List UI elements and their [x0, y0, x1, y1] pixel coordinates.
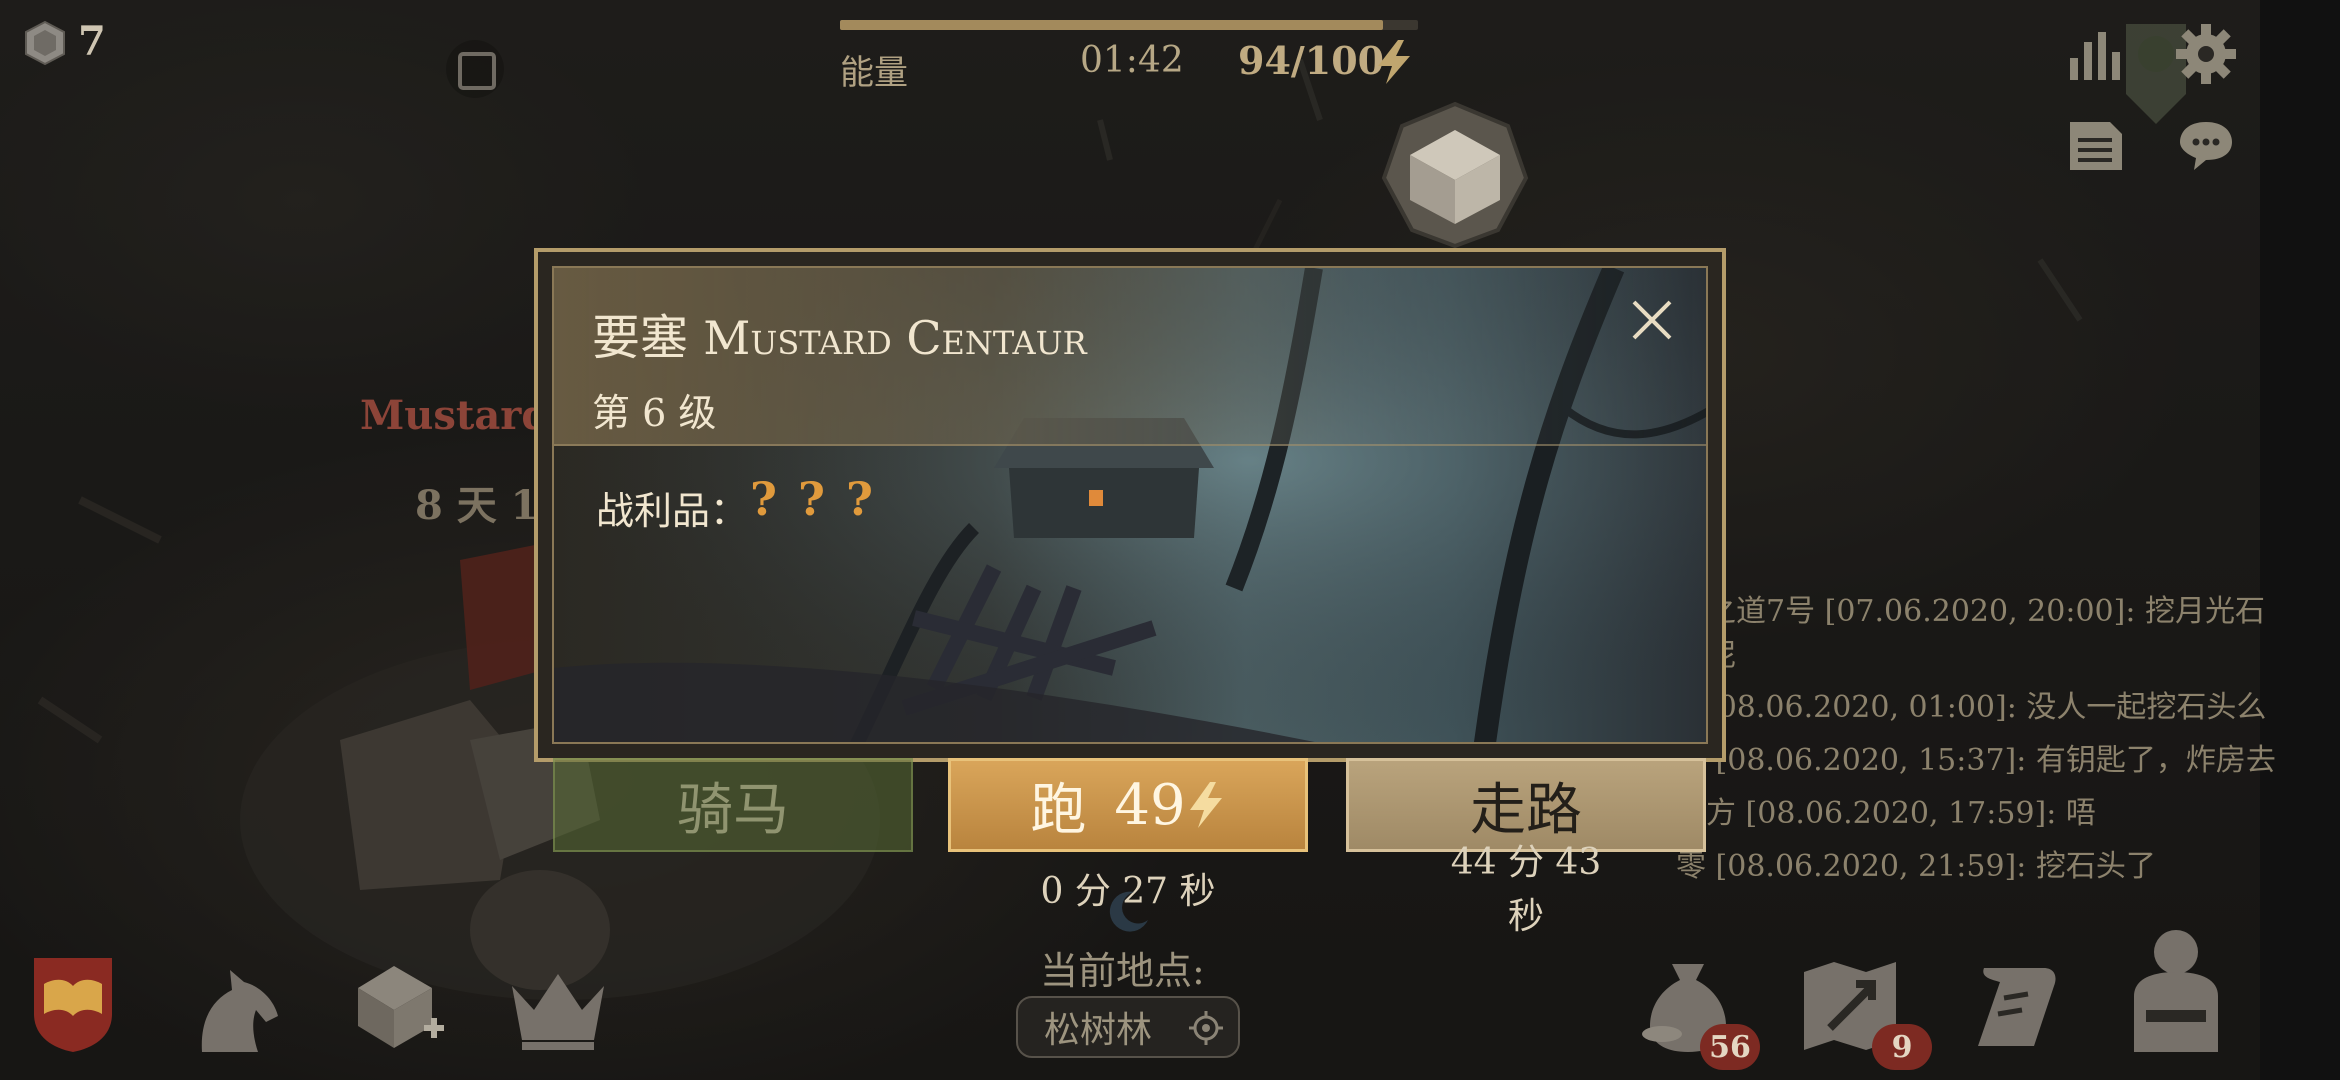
fortress-type: 要塞: [592, 310, 689, 366]
current-location-label: 当前地点:: [1040, 949, 1205, 993]
close-icon[interactable]: [1628, 296, 1676, 344]
chat-line: 零 [08.06.2020, 21:59]: 挖石头了: [1676, 849, 2156, 884]
loot-unknown-icon: ?: [846, 472, 873, 526]
walk-duration-line: 44 分 43: [1450, 842, 1602, 883]
book-shield-icon[interactable]: [30, 954, 116, 1054]
lightning-icon: [1378, 40, 1410, 84]
fortress-level: 第 6 级: [592, 391, 717, 435]
coin-count: 7: [78, 18, 106, 65]
dialog-title: 要塞 Mustard Centaur: [592, 298, 1087, 368]
loot-unknown-icon: ?: [750, 472, 777, 526]
horse-icon[interactable]: [182, 960, 282, 1056]
gear-icon[interactable]: [2174, 22, 2238, 86]
chat-line: 东方 [08.06.2020, 17:59]: 唔: [1676, 796, 2096, 831]
run-label: 跑: [1030, 777, 1087, 843]
map-count-badge: 9: [1872, 1024, 1932, 1070]
fortress-dialog: 要塞 Mustard Centaur 第 6 级 战利品： ? ? ?: [534, 248, 1726, 762]
chat-icon[interactable]: [2176, 118, 2236, 174]
journal-icon[interactable]: [2066, 118, 2126, 174]
moon-icon: [1109, 891, 1148, 932]
character-icon[interactable]: [2120, 926, 2232, 1056]
screen-edge: [2260, 0, 2340, 1080]
run-button[interactable]: 跑 49: [948, 758, 1308, 852]
build-house-icon[interactable]: [354, 960, 450, 1052]
lightning-icon: [1189, 782, 1222, 828]
loot-count-badge: 56: [1700, 1024, 1760, 1070]
loot-unknown-icon: ?: [798, 472, 825, 526]
fortress-name: Mustard Centaur: [703, 311, 1087, 365]
energy-bar: [840, 20, 1418, 30]
chat-line: 之道7号 [07.06.2020, 20:00]: 挖月光石: [1706, 594, 2265, 629]
current-location-value: 松树林: [1044, 1010, 1153, 1051]
ride-label: 骑马: [677, 777, 789, 843]
energy-bar-fill: [840, 20, 1384, 30]
target-icon[interactable]: [1188, 1010, 1224, 1046]
chat-line: 零 [08.06.2020, 15:37]: 有钥匙了，炸房去: [1676, 743, 2276, 778]
current-location-pill[interactable]: 松树林: [1016, 996, 1240, 1058]
fortress-dialog-panel: 要塞 Mustard Centaur 第 6 级 战利品： ? ? ?: [552, 266, 1708, 744]
energy-timer: 01:42: [1080, 40, 1184, 81]
stop-button[interactable]: [446, 40, 504, 98]
home-marker-icon[interactable]: [1380, 100, 1530, 250]
walk-label: 走路: [1470, 777, 1582, 843]
walk-duration-line: 秒: [1507, 896, 1544, 937]
scroll-icon[interactable]: [1970, 958, 2062, 1054]
chat-line: [08.06.2020, 01:00]: 没人一起挖石头么: [1706, 690, 2267, 725]
walk-duration: 44 分 43 秒: [1416, 836, 1636, 944]
run-cost: 49: [1114, 772, 1186, 838]
gem-coin-icon: [25, 20, 65, 66]
energy-value: 94/100: [1238, 38, 1385, 83]
loot-label: 战利品：: [596, 489, 749, 533]
crown-icon[interactable]: [506, 966, 610, 1052]
ride-button[interactable]: 骑马: [553, 758, 913, 852]
energy-label: 能量: [840, 53, 908, 93]
